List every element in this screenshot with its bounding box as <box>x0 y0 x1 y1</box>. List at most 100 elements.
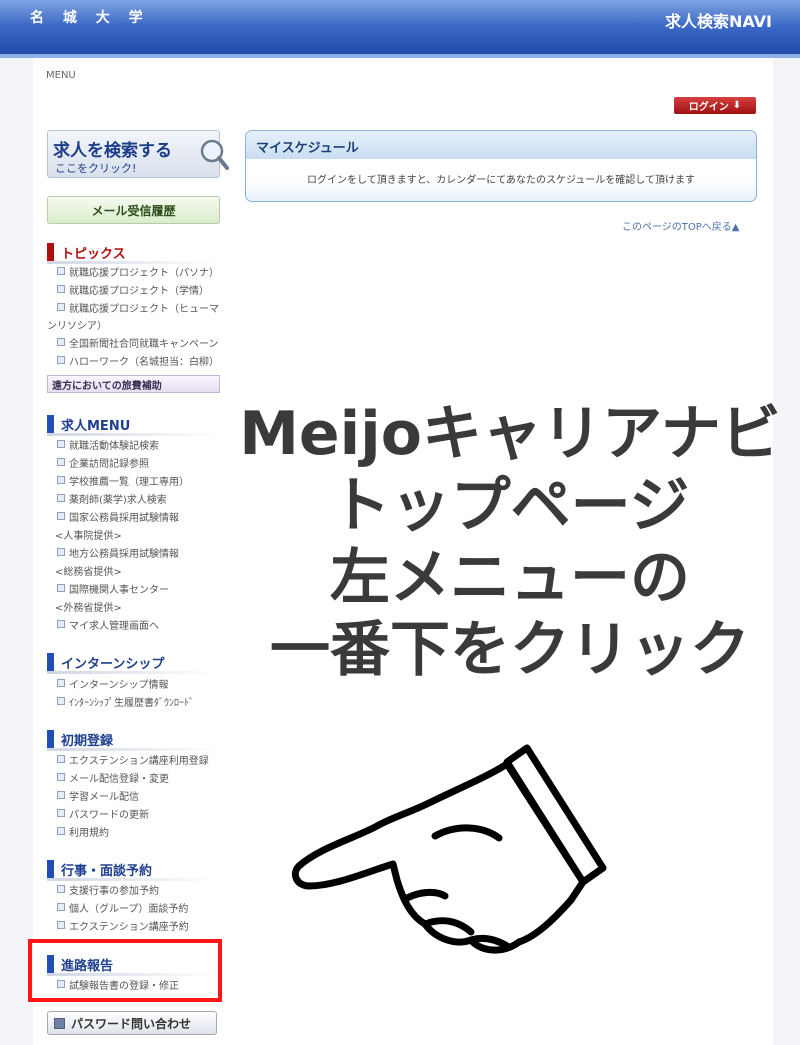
registration-item[interactable]: パスワードの更新 <box>57 809 149 823</box>
overlay-line-2: トップページ <box>330 471 690 541</box>
job-menu-item[interactable]: 国際機関人事センター <box>57 584 169 598</box>
bullet-icon <box>57 548 65 556</box>
job-menu-item[interactable]: 学校推薦一覧（理工専用） <box>57 476 189 490</box>
topics-title: トピックス <box>61 247 126 262</box>
registration-item[interactable]: メール配信登録・変更 <box>57 773 169 787</box>
registration-item-label: 学習メール配信 <box>69 792 139 803</box>
job-menu-marker <box>47 415 54 433</box>
bullet-icon <box>57 285 65 293</box>
topics-item-continued[interactable]: ンリソシア） <box>47 320 107 334</box>
registration-heading: 初期登録 <box>47 729 220 751</box>
topics-item-label: 就職応援プロジェクト（ヒューマ <box>69 304 219 315</box>
schedule-header: マイスケジュール <box>246 131 756 159</box>
internship-item-label: ｲﾝﾀｰﾝｼｯﾌﾟ生履歴書ﾀﾞｳﾝﾛｰﾄﾞ <box>69 698 194 709</box>
job-menu-item[interactable]: 国家公務員採用試験情報 <box>57 512 179 526</box>
job-menu-title: 求人MENU <box>61 419 131 434</box>
menu-label: MENU <box>46 70 76 81</box>
job-menu-note: <外務省提供> <box>55 603 122 614</box>
schedule-title: マイスケジュール <box>256 141 359 156</box>
instruction-overlay: Meijoキャリアナビ トップページ 左メニューの 一番下をクリック <box>230 398 790 686</box>
heading-underline <box>47 748 220 751</box>
login-button[interactable]: ログイン ⬇ <box>674 97 756 114</box>
bullet-icon <box>57 338 65 346</box>
internship-item[interactable]: インターンシップ情報 <box>57 679 169 693</box>
overlay-line-1: Meijoキャリアナビ <box>239 399 781 469</box>
university-name: 名 城 大 学 <box>30 10 150 26</box>
job-menu-item[interactable]: 企業訪問記録参照 <box>57 458 149 472</box>
registration-marker <box>47 730 54 748</box>
internship-item[interactable]: ｲﾝﾀｰﾝｼｯﾌﾟ生履歴書ﾀﾞｳﾝﾛｰﾄﾞ <box>57 697 194 711</box>
events-marker <box>47 860 54 878</box>
job-menu-note: <人事院提供> <box>55 531 122 542</box>
registration-item[interactable]: 利用規約 <box>57 827 109 841</box>
events-item[interactable]: 支援行事の参加予約 <box>57 885 159 899</box>
events-item-label: 支援行事の参加予約 <box>69 886 159 897</box>
internship-marker <box>47 653 54 671</box>
job-menu-item-label: 国家公務員採用試験情報 <box>69 513 179 524</box>
topics-item[interactable]: 就職応援プロジェクト（パソナ） <box>57 267 219 281</box>
highlight-frame <box>28 939 222 1002</box>
heading-underline <box>47 433 220 436</box>
registration-item-label: パスワードの更新 <box>69 810 149 821</box>
job-search-title: 求人を検索する <box>53 141 172 161</box>
topics-item[interactable]: 就職応援プロジェクト（ヒューマ <box>57 303 219 317</box>
topics-item-label: 就職応援プロジェクト（学情） <box>69 286 209 297</box>
job-menu-item[interactable]: 地方公務員採用試験情報 <box>57 548 179 562</box>
job-menu-item-label: 国際機関人事センター <box>69 585 169 596</box>
bullet-icon <box>57 809 65 817</box>
bullet-icon <box>57 755 65 763</box>
travel-subsidy-button[interactable]: 遠方においての旅費補助 <box>47 375 220 393</box>
bullet-icon <box>57 356 65 364</box>
topics-heading: トピックス <box>47 242 220 264</box>
topics-item[interactable]: ハローワーク（名城担当：白柳） <box>57 356 219 370</box>
heading-underline <box>47 261 220 264</box>
bullet-icon <box>57 440 65 448</box>
bullet-icon <box>57 827 65 835</box>
topics-item-label: 就職応援プロジェクト（パソナ） <box>69 268 219 279</box>
job-menu-item[interactable]: 薬剤師(薬学)求人検索 <box>57 494 167 508</box>
overlay-line-3: 左メニューの <box>330 543 690 613</box>
topics-marker <box>47 243 54 261</box>
overlay-line-4: 一番下をクリック <box>270 615 750 685</box>
topics-item-label: 全国新聞社合同就職キャンペーン <box>69 339 219 350</box>
bullet-icon <box>57 494 65 502</box>
mail-history-button[interactable]: メール受信履歴 <box>47 196 220 224</box>
job-menu-note: <総務省提供> <box>55 567 122 578</box>
schedule-message: ログインをして頂きますと、カレンダーにてあなたのスケジュールを確認して頂けます <box>307 175 695 186</box>
events-heading: 行事・面談予約 <box>47 859 220 881</box>
site-header: 名 城 大 学 求人検索NAVI <box>0 0 800 58</box>
registration-item[interactable]: 学習メール配信 <box>57 791 139 805</box>
bullet-icon <box>57 773 65 781</box>
registration-item-label: エクステンション講座利用登録 <box>69 756 209 767</box>
job-menu-item[interactable]: マイ求人管理画面へ <box>57 620 159 634</box>
bullet-icon <box>57 476 65 484</box>
events-item-label: エクステンション講座予約 <box>69 922 189 933</box>
heading-underline <box>47 671 220 674</box>
job-search-banner[interactable]: 求人を検索する ここをクリック! <box>47 130 229 178</box>
internship-item-label: インターンシップ情報 <box>69 680 169 691</box>
back-to-top-link[interactable]: このページのTOPへ戻る▲ <box>622 218 740 233</box>
topics-item[interactable]: 全国新聞社合同就職キャンペーン <box>57 338 219 352</box>
bullet-icon <box>57 697 65 705</box>
bullet-icon <box>57 620 65 628</box>
registration-item-label: 利用規約 <box>69 828 109 839</box>
registration-item[interactable]: エクステンション講座利用登録 <box>57 755 209 769</box>
password-inquiry-button[interactable]: パスワード問い合わせ <box>47 1011 217 1035</box>
password-inquiry-label: パスワード問い合わせ <box>71 1016 192 1031</box>
job-menu-item[interactable]: 就職活動体験記検索 <box>57 440 159 454</box>
registration-item-label: メール配信登録・変更 <box>69 774 169 785</box>
events-item[interactable]: 個人（グループ）面談予約 <box>57 903 188 917</box>
job-menu-item-label: 就職活動体験記検索 <box>69 441 159 452</box>
events-item[interactable]: エクステンション講座予約 <box>57 921 189 935</box>
job-menu-heading: 求人MENU <box>47 414 220 436</box>
job-menu-item-label: 地方公務員採用試験情報 <box>69 549 179 560</box>
site-title[interactable]: 求人検索NAVI <box>665 8 772 32</box>
events-title: 行事・面談予約 <box>61 864 153 879</box>
internship-heading: インターンシップ <box>47 652 220 674</box>
bullet-icon <box>57 791 65 799</box>
bullet-icon <box>57 921 65 929</box>
topics-item[interactable]: 就職応援プロジェクト（学情） <box>57 285 209 299</box>
job-menu-item-label: 企業訪問記録参照 <box>69 459 149 470</box>
job-menu-item-label: 学校推薦一覧（理工専用） <box>69 477 189 488</box>
bullet-icon <box>57 303 65 311</box>
